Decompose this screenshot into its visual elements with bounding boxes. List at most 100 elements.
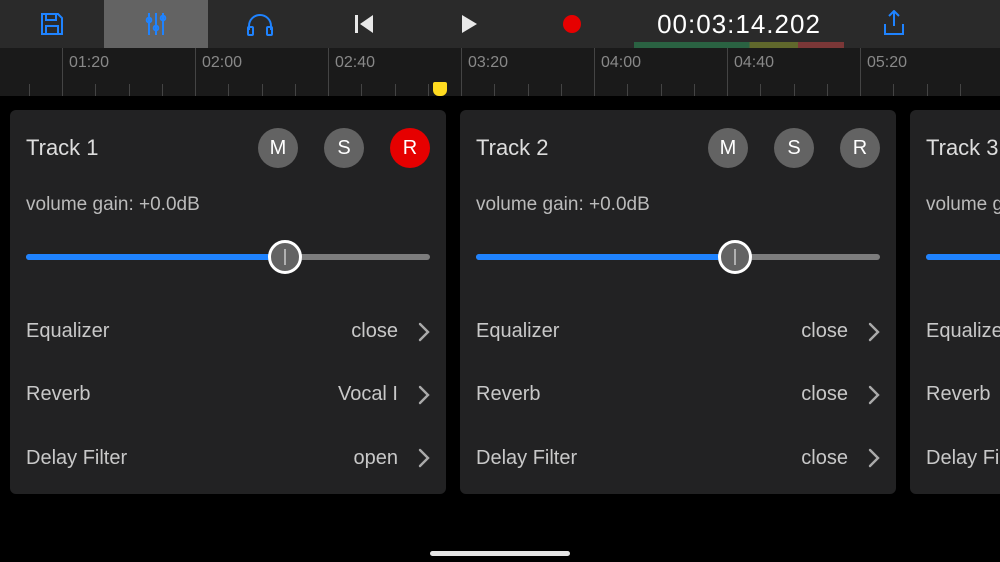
share-icon bbox=[881, 10, 907, 38]
fx-row-equalizer[interactable]: Equalizerclose bbox=[476, 300, 880, 363]
volume-gain-label: volume gain: +0.0dB bbox=[26, 194, 430, 216]
ruler-minor-tick bbox=[627, 84, 628, 96]
ruler-minor-tick bbox=[228, 84, 229, 96]
track-title: Track 2 bbox=[476, 135, 549, 161]
volume-slider[interactable] bbox=[476, 240, 880, 270]
fx-state: close bbox=[351, 320, 398, 343]
ruler-tick: 03:20 bbox=[461, 48, 508, 96]
play-button[interactable] bbox=[416, 0, 520, 48]
fx-name: Equalizer bbox=[26, 320, 109, 343]
ruler-minor-tick bbox=[428, 84, 429, 96]
fx-state: Vocal I bbox=[338, 383, 398, 406]
ruler-minor-tick bbox=[395, 84, 396, 96]
fx-name: Delay Filter bbox=[926, 447, 1000, 470]
volume-gain-label-text: volume gain: bbox=[476, 194, 584, 215]
track-title: Track 3 bbox=[926, 135, 999, 161]
volume-gain-label: volume gain: +0.0dB bbox=[926, 194, 1000, 216]
ruler-tick-label: 04:40 bbox=[734, 54, 774, 72]
mute-button[interactable]: M bbox=[708, 128, 748, 168]
ruler-minor-tick bbox=[361, 84, 362, 96]
play-icon bbox=[457, 13, 479, 35]
fx-row-delay-filter[interactable]: Delay Filteropen bbox=[26, 427, 430, 490]
ruler-minor-tick bbox=[494, 84, 495, 96]
slider-knob[interactable] bbox=[718, 240, 752, 274]
fx-row-reverb[interactable]: ReverbVocal I bbox=[26, 363, 430, 426]
fx-right: open bbox=[354, 447, 431, 470]
slider-knob[interactable] bbox=[268, 240, 302, 274]
record-button[interactable] bbox=[520, 0, 624, 48]
volume-gain-label: volume gain: +0.0dB bbox=[476, 194, 880, 216]
volume-gain-label-text: volume gain: bbox=[26, 194, 134, 215]
save-button[interactable] bbox=[0, 0, 104, 48]
fx-right: close bbox=[351, 320, 430, 343]
home-indicator bbox=[430, 551, 570, 556]
record-icon bbox=[561, 13, 583, 35]
ruler-tick-label: 04:00 bbox=[601, 54, 641, 72]
fx-right: close bbox=[801, 320, 880, 343]
mixer-button[interactable] bbox=[104, 0, 208, 48]
track-title: Track 1 bbox=[26, 135, 99, 161]
ruler-minor-tick bbox=[295, 84, 296, 96]
mute-button[interactable]: M bbox=[258, 128, 298, 168]
ruler-minor-tick bbox=[162, 84, 163, 96]
fx-row-equalizer[interactable]: Equalizer close bbox=[26, 300, 430, 363]
fx-state: close bbox=[801, 447, 848, 470]
fx-state: close bbox=[801, 320, 848, 343]
ruler-minor-tick bbox=[95, 84, 96, 96]
chevron-right-icon bbox=[418, 385, 430, 405]
chevron-right-icon bbox=[418, 448, 430, 468]
volume-slider[interactable] bbox=[26, 240, 430, 270]
tracks-container: Track 1MSRvolume gain: +0.0dBEqualizercl… bbox=[0, 96, 1000, 494]
fx-row-equalizer[interactable]: Equalizerclose bbox=[926, 300, 1000, 363]
chevron-right-icon bbox=[868, 385, 880, 405]
fx-row-delay-filter[interactable]: Delay Filter close bbox=[476, 427, 880, 490]
headphones-icon bbox=[245, 10, 275, 38]
sliders-icon bbox=[142, 10, 170, 38]
volume-gain-value: +0.0dB bbox=[589, 194, 650, 215]
share-button[interactable] bbox=[854, 0, 934, 48]
slider-fill bbox=[26, 254, 285, 260]
timeline-ruler[interactable]: 01:20 02:00 02:40 03:20 04:00 04:40 05:20 bbox=[0, 48, 1000, 96]
solo-button[interactable]: S bbox=[774, 128, 814, 168]
ruler-minor-tick bbox=[561, 84, 562, 96]
fx-row-delay-filter[interactable]: Delay Filterclose bbox=[926, 427, 1000, 490]
toolbar: 00:03:14.202 bbox=[0, 0, 1000, 48]
ruler-tick-label: 05:20 bbox=[867, 54, 907, 72]
fx-name: Delay Filter bbox=[476, 447, 577, 470]
record-arm-button[interactable]: R bbox=[390, 128, 430, 168]
ruler-tick-label: 01:20 bbox=[69, 54, 109, 72]
fx-right: Vocal I bbox=[338, 383, 430, 406]
ruler-tick: 02:00 bbox=[195, 48, 242, 96]
fx-name: Reverb bbox=[476, 383, 540, 406]
solo-button[interactable]: S bbox=[324, 128, 364, 168]
track-card: Track 1 MSRvolume gain: +0.0dB Equalizer cl… bbox=[10, 110, 446, 494]
ruler-tick: 04:40 bbox=[727, 48, 774, 96]
ruler-minor-tick bbox=[661, 84, 662, 96]
headphones-button[interactable] bbox=[208, 0, 312, 48]
volume-gain-value: +0.0dB bbox=[139, 194, 200, 215]
ruler-minor-tick bbox=[29, 84, 30, 96]
fx-state: close bbox=[801, 383, 848, 406]
skip-start-button[interactable] bbox=[312, 0, 416, 48]
fx-row-reverb[interactable]: Reverb close bbox=[476, 363, 880, 426]
chevron-right-icon bbox=[868, 448, 880, 468]
fx-right: close bbox=[801, 383, 880, 406]
record-arm-button[interactable]: R bbox=[840, 128, 880, 168]
chevron-right-icon bbox=[418, 322, 430, 342]
slider-fill bbox=[926, 254, 1000, 260]
floppy-disk-icon bbox=[38, 10, 66, 38]
ruler-minor-tick bbox=[827, 84, 828, 96]
track-header: Track 1 MSR bbox=[26, 128, 430, 168]
fx-right: close bbox=[801, 447, 880, 470]
ruler-tick-label: 02:40 bbox=[335, 54, 375, 72]
ruler-tick: 02:40 bbox=[328, 48, 375, 96]
ruler-minor-tick bbox=[528, 84, 529, 96]
volume-slider[interactable] bbox=[926, 240, 1000, 270]
track-header: Track 2 MSR bbox=[476, 128, 880, 168]
fx-row-reverb[interactable]: Reverbclose bbox=[926, 363, 1000, 426]
track-card: Track 2MSRvolume gain: +0.0dBEqualizercl… bbox=[460, 110, 896, 494]
ruler-tick-label: 03:20 bbox=[468, 54, 508, 72]
fx-name: Equalizer bbox=[926, 320, 1000, 343]
playhead-marker[interactable] bbox=[433, 82, 447, 96]
track-circle-buttons: MSR bbox=[708, 128, 880, 168]
